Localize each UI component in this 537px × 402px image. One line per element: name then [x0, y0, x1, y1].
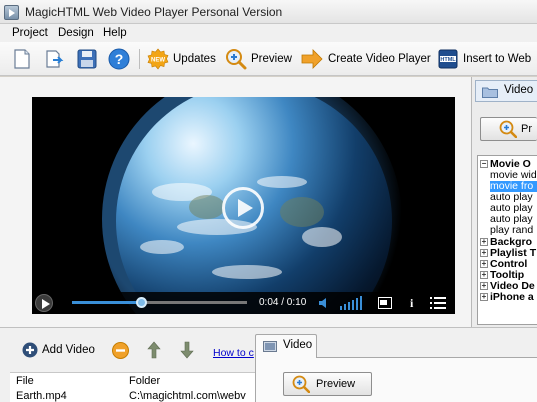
play-overlay-button[interactable] [222, 187, 264, 229]
tree-group-iphone[interactable]: + iPhone a [478, 292, 534, 303]
progress-fill [72, 301, 142, 304]
menu-design[interactable]: Design [58, 27, 94, 39]
collapse-icon[interactable]: − [480, 160, 488, 168]
toolbar: ? NEW Updates Preview Create Video Playe… [0, 42, 537, 76]
expand-icon[interactable]: + [480, 282, 488, 290]
playlist-icon[interactable] [430, 297, 446, 309]
html-icon: HTML [438, 49, 458, 69]
expand-icon[interactable]: + [480, 260, 488, 268]
magnifier-icon [226, 49, 247, 70]
play-icon [42, 299, 50, 309]
progress-track[interactable] [72, 297, 247, 308]
help-icon[interactable]: ? [108, 48, 130, 70]
right-preview-label: Pr [521, 123, 532, 135]
preview-toolbar-button[interactable]: Preview [225, 48, 292, 70]
app-icon [4, 5, 19, 20]
menu-project[interactable]: Project [12, 27, 48, 39]
file-cell: Earth.mp4 [16, 390, 67, 402]
title-bar: MagicHTML Web Video Player Personal Vers… [0, 0, 537, 24]
insert-to-web-label: Insert to Web [463, 53, 532, 65]
insert-to-web-button[interactable]: HTML Insert to Web [437, 48, 531, 70]
magnifier-icon [499, 120, 517, 138]
create-video-player-label: Create Video Player [328, 53, 431, 65]
add-video-label: Add Video [42, 344, 95, 356]
right-preview-button[interactable]: Pr [480, 117, 537, 141]
folder-cell: C:\magichtml.com\webv [129, 390, 246, 402]
column-header-file[interactable]: File [16, 375, 34, 387]
svg-text:HTML: HTML [440, 57, 456, 63]
toolbar-separator [139, 49, 140, 69]
menu-help[interactable]: Help [103, 27, 127, 39]
column-header-folder[interactable]: Folder [129, 375, 160, 387]
tab-video-player-settings[interactable]: Video P [475, 80, 537, 102]
picture-in-picture-icon[interactable] [378, 297, 392, 309]
svg-text:?: ? [115, 51, 124, 67]
tab-video[interactable]: Video [255, 334, 317, 358]
expand-icon[interactable]: + [480, 249, 488, 257]
time-display: 0:04 / 0:10 [259, 297, 307, 308]
expand-icon[interactable]: + [480, 271, 488, 279]
updates-label: Updates [173, 53, 216, 65]
video-tab-icon [263, 341, 277, 352]
arrow-right-icon [301, 49, 323, 69]
video-file-list: File Folder Earth.mp4 C:\magichtml.com\w… [10, 372, 260, 402]
progress-thumb[interactable] [136, 297, 147, 308]
add-video-button[interactable]: Add Video [22, 342, 95, 358]
info-icon[interactable]: i [410, 296, 413, 311]
menu-bar: Project Design Help [0, 24, 537, 42]
howto-link[interactable]: How to c [213, 347, 254, 359]
play-button[interactable] [35, 294, 53, 312]
preview-button[interactable]: Preview [283, 372, 372, 396]
updates-button[interactable]: NEW Updates [147, 48, 216, 70]
volume-icon[interactable] [318, 297, 330, 309]
player-controls: 0:04 / 0:10 i [32, 292, 455, 314]
settings-tree: − Movie O movie wid movie fro auto play a… [477, 155, 537, 325]
magnifier-icon [292, 375, 310, 393]
window-title: MagicHTML Web Video Player Personal Vers… [25, 5, 283, 19]
right-tab-label: Video P [504, 84, 537, 96]
new-badge-icon: NEW [147, 48, 169, 70]
video-list-toolbar: Add Video How to c [0, 336, 255, 366]
save-icon[interactable] [76, 48, 98, 70]
remove-circle-icon[interactable] [112, 342, 129, 359]
play-overlay-icon [238, 199, 253, 217]
folder-icon [482, 87, 498, 98]
table-row[interactable]: Earth.mp4 C:\magichtml.com\webv [10, 389, 260, 402]
new-project-icon[interactable] [11, 48, 33, 70]
svg-text:NEW: NEW [151, 58, 165, 64]
add-circle-icon [22, 342, 38, 358]
tree-item[interactable]: play rand [490, 225, 533, 236]
video-tab-label: Video [283, 339, 313, 351]
create-video-player-button[interactable]: Create Video Player [300, 48, 431, 70]
move-down-icon[interactable] [180, 341, 194, 359]
open-project-icon[interactable] [44, 48, 66, 70]
preview-toolbar-label: Preview [251, 53, 292, 65]
move-up-icon[interactable] [147, 341, 161, 359]
volume-level-icon[interactable] [340, 296, 366, 310]
expand-icon[interactable]: + [480, 293, 488, 301]
video-player[interactable] [32, 97, 455, 314]
preview-button-label: Preview [316, 378, 356, 390]
expand-icon[interactable]: + [480, 238, 488, 246]
